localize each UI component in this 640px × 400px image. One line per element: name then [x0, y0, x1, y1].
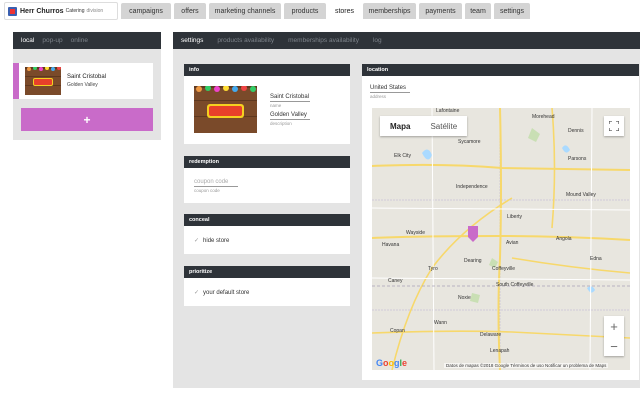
default-store-checkbox[interactable]: ✓ your default store: [194, 289, 250, 297]
map-place-label: Coffeyville: [492, 266, 515, 272]
tab-offers[interactable]: offers: [174, 3, 206, 19]
store-image[interactable]: [194, 86, 257, 133]
conceal-card-title: conceal: [184, 214, 350, 226]
brand-division: division: [86, 8, 104, 14]
zoom-control: + −: [604, 316, 624, 356]
hide-store-label: hide store: [203, 237, 230, 244]
prioritize-card: prioritize ✓ your default store: [184, 266, 350, 306]
hide-store-checkbox[interactable]: ✓ hide store: [194, 237, 230, 245]
store-type-tabs: local pop-up online: [13, 32, 161, 49]
fullscreen-button[interactable]: [604, 116, 624, 136]
map-place-label: Angola: [556, 236, 572, 242]
store-location: Golden Valley: [67, 81, 98, 88]
redemption-card: redemption coupon code coupon code: [184, 156, 350, 203]
map-place-label: Copan: [390, 328, 405, 334]
store-name-field[interactable]: Saint Cristobal name: [270, 94, 310, 108]
map-place-label: Liberty: [507, 214, 523, 220]
tab-marketing-channels[interactable]: marketing channels: [209, 3, 281, 19]
store-description-value: Golden Valley: [270, 112, 310, 120]
tab-campaigns[interactable]: campaigns: [121, 3, 171, 19]
default-store-label: your default store: [203, 289, 250, 296]
info-card: info Saint Cristobal name Golden Valley …: [184, 64, 350, 144]
map-place-label: Independence: [456, 184, 488, 190]
coupon-code-field[interactable]: coupon code coupon code: [194, 179, 238, 193]
main-tabs: campaigns offers marketing channels prod…: [121, 3, 530, 19]
tab-pop-up[interactable]: pop-up: [42, 37, 62, 44]
conceal-card: conceal ✓ hide store: [184, 214, 350, 254]
map-place-label: Havana: [382, 242, 400, 248]
tab-store-settings[interactable]: settings: [181, 37, 203, 44]
map-place-label: Morehead: [532, 114, 555, 120]
store-list-item[interactable]: Saint Cristobal Golden Valley: [13, 63, 153, 99]
coupon-code-label: coupon code: [194, 188, 220, 193]
map-place-label: Noxie: [458, 295, 471, 301]
map-place-label: Delaware: [480, 332, 502, 338]
map-place-label: Elk City: [394, 153, 411, 159]
map-place-label: South Coffeyville: [496, 282, 534, 288]
satellite-view-button[interactable]: Satélite: [420, 116, 467, 136]
top-nav: Herr Churros Catering division campaigns…: [0, 0, 640, 22]
address-value: United States: [370, 85, 410, 93]
store-name-label: name: [270, 103, 282, 108]
tab-products[interactable]: products: [284, 3, 326, 19]
check-icon: ✓: [194, 238, 200, 244]
store-description-field[interactable]: Golden Valley description: [270, 112, 310, 126]
brand-sub: Catering: [65, 8, 85, 14]
store-thumbnail: [25, 67, 61, 95]
tab-log[interactable]: log: [373, 37, 382, 44]
map-place-label: Mound Valley: [566, 192, 596, 198]
map-place-label: Dennis: [568, 128, 584, 134]
store-name-value: Saint Cristobal: [270, 94, 310, 102]
map-place-label: Lafontaine: [436, 108, 460, 114]
map-attribution[interactable]: Datos de mapas ©2018 Google Términos de …: [444, 363, 609, 368]
map-marker-icon[interactable]: [468, 226, 478, 242]
store-list-panel: local pop-up online Saint Cristobal Gold…: [13, 32, 161, 140]
map-place-label: Parsons: [568, 156, 587, 162]
map-place-label: Wayside: [406, 230, 425, 236]
map-type-control: Mapa Satélite: [380, 116, 468, 136]
tab-memberships[interactable]: memberships: [363, 3, 416, 19]
map-place-label: Caney: [388, 278, 403, 284]
map-place-label: Sycamore: [458, 139, 481, 145]
tab-stores[interactable]: stores: [329, 3, 360, 19]
google-logo: Google: [376, 358, 408, 368]
redemption-card-title: redemption: [184, 156, 350, 168]
info-card-title: info: [184, 64, 350, 76]
tab-settings[interactable]: settings: [494, 3, 530, 19]
brand-selector[interactable]: Herr Churros Catering division: [4, 2, 118, 20]
tab-team[interactable]: team: [465, 3, 491, 19]
brand-logo-icon: [8, 6, 17, 16]
tab-memberships-availability[interactable]: memberships availability: [288, 37, 359, 44]
store-name: Saint Cristobal: [67, 74, 107, 81]
map-place-label: Wann: [434, 320, 447, 326]
add-store-button[interactable]: +: [21, 108, 153, 131]
address-field[interactable]: United States address: [370, 85, 410, 99]
address-label: address: [370, 94, 387, 99]
store-description-label: description: [270, 121, 292, 126]
tab-online[interactable]: online: [71, 37, 88, 44]
map-place-label: Tyro: [428, 266, 438, 272]
location-map[interactable]: Mapa Satélite Lafontaine Morehead Dennis…: [372, 108, 630, 370]
map-place-label: Lenapah: [490, 348, 510, 354]
map-place-label: Dearing: [464, 258, 482, 264]
check-icon: ✓: [194, 290, 200, 296]
coupon-code-input[interactable]: coupon code: [194, 179, 238, 187]
brand-name: Herr Churros: [20, 7, 64, 15]
zoom-in-button[interactable]: +: [604, 316, 624, 336]
fullscreen-icon: [609, 121, 619, 131]
map-view-button[interactable]: Mapa: [380, 116, 420, 136]
prioritize-card-title: prioritize: [184, 266, 350, 278]
zoom-out-button[interactable]: −: [604, 336, 624, 356]
location-card-title: location: [362, 64, 639, 76]
tab-payments[interactable]: payments: [419, 3, 462, 19]
map-place-label: Avian: [506, 240, 519, 246]
map-place-label: Edna: [590, 256, 602, 262]
tab-products-availability[interactable]: products availability: [217, 37, 274, 44]
store-detail-tabs: settings products availability membershi…: [173, 32, 640, 49]
tab-local[interactable]: local: [21, 37, 34, 44]
